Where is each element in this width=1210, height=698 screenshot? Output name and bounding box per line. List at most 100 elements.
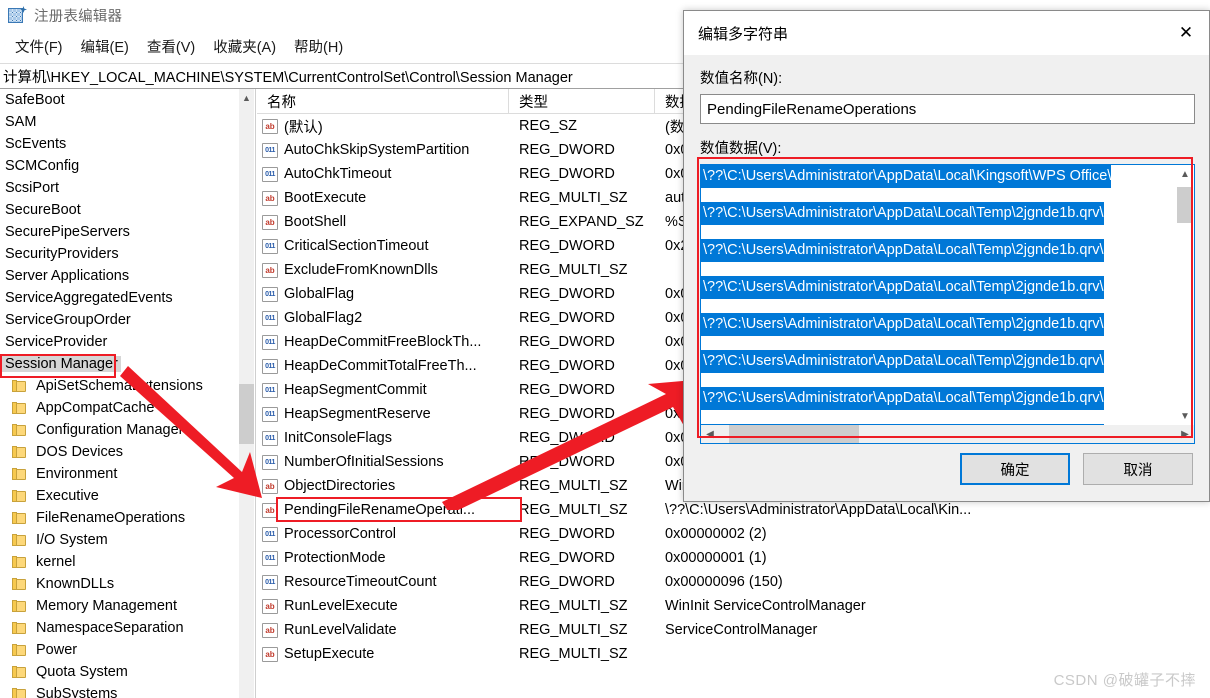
tree-scrollbar-thumb[interactable] — [239, 384, 254, 444]
value-row[interactable]: ab SetupExecute REG_MULTI_SZ — [257, 642, 1210, 666]
tree-item-label: Session Manager — [2, 356, 121, 372]
value-name-label: BootShell — [284, 214, 347, 230]
tree-item-label: AppCompatCache — [36, 400, 155, 416]
tree-item[interactable]: ServiceAggregatedEvents — [0, 287, 240, 309]
value-type-cell: REG_DWORD — [519, 238, 615, 254]
tree-item[interactable]: AppCompatCache — [0, 397, 240, 419]
chevron-up-icon[interactable]: ▲ — [1176, 165, 1194, 183]
menu-help[interactable]: 帮助(H) — [285, 33, 352, 60]
textarea-vertical-scrollbar[interactable]: ▲ ▼ — [1176, 165, 1194, 425]
value-type-cell: REG_MULTI_SZ — [519, 262, 628, 278]
value-name-label: SetupExecute — [284, 646, 375, 662]
ok-button[interactable]: 确定 — [960, 453, 1070, 485]
tree-item[interactable]: I/O System — [0, 529, 240, 551]
value-type-cell: REG_DWORD — [519, 334, 615, 350]
value-name-label: (默认) — [284, 119, 323, 136]
tree-item[interactable]: ScsiPort — [0, 177, 240, 199]
tree-item[interactable]: SubSystems — [0, 683, 240, 698]
tree-vertical-scrollbar[interactable]: ▲ — [239, 89, 254, 698]
value-name-label: ProtectionMode — [284, 550, 386, 566]
tree-item[interactable]: SAM — [0, 111, 240, 133]
cancel-button[interactable]: 取消 — [1083, 453, 1193, 485]
tree-item-label: Memory Management — [36, 598, 178, 614]
tree-item-label: SecureBoot — [5, 202, 81, 218]
column-header-type[interactable]: 类型 — [509, 89, 655, 114]
value-data-cell: 0x00000096 (150) — [665, 574, 783, 590]
value-name-cell: 011 GlobalFlag2 — [257, 310, 509, 326]
menu-edit[interactable]: 编辑(E) — [72, 33, 138, 60]
tree-item[interactable]: SecurityProviders — [0, 243, 240, 265]
tree-item[interactable]: SecurePipeServers — [0, 221, 240, 243]
registry-tree-list[interactable]: SafeBoot SAM ScEvents SCMConfig ScsiPort Secu… — [0, 89, 240, 698]
tree-item[interactable]: ScEvents — [0, 133, 240, 155]
value-name-label: RunLevelExecute — [284, 598, 398, 614]
value-data-line: \??\C:\Users\Administrator\AppData\Local… — [701, 350, 1104, 373]
value-data-line: \??\C:\Users\Administrator\AppData\Local… — [701, 165, 1112, 188]
chevron-up-icon[interactable]: ▲ — [239, 89, 254, 106]
tree-item[interactable]: Quota System — [0, 661, 240, 683]
tree-item-label: ServiceGroupOrder — [5, 312, 131, 328]
tree-item[interactable]: ServiceGroupOrder — [0, 309, 240, 331]
textarea-vscroll-thumb[interactable] — [1177, 187, 1193, 223]
tree-item[interactable]: DOS Devices — [0, 441, 240, 463]
tree-item[interactable]: FileRenameOperations — [0, 507, 240, 529]
value-row[interactable]: ab RunLevelValidate REG_MULTI_SZ ServiceCon… — [257, 618, 1210, 642]
chevron-left-icon[interactable]: ◀ — [701, 425, 719, 443]
textarea-horizontal-scrollbar[interactable]: ◀ ▶ — [701, 425, 1194, 443]
tree-item-label: Executive — [36, 488, 99, 504]
tree-item[interactable]: Environment — [0, 463, 240, 485]
tree-item[interactable]: SafeBoot — [0, 89, 240, 111]
value-data-line-gap — [701, 188, 1177, 202]
value-data-cell: 0x00000001 (1) — [665, 550, 767, 566]
value-data-lines[interactable]: \??\C:\Users\Administrator\AppData\Local… — [701, 165, 1177, 425]
value-row[interactable]: 011 ProcessorControl REG_DWORD 0x00000002 (… — [257, 522, 1210, 546]
tree-item-label: Configuration Manager — [36, 422, 184, 438]
value-data-line: \??\C:\Users\Administrator\AppData\Local… — [701, 202, 1104, 225]
value-name-cell: 011 ResourceTimeoutCount — [257, 574, 509, 590]
tree-item[interactable]: KnownDLLs — [0, 573, 240, 595]
value-name-input[interactable]: PendingFileRenameOperations — [700, 94, 1195, 124]
chevron-down-icon[interactable]: ▼ — [1176, 407, 1194, 425]
value-data-line: \??\C:\Users\Administrator\AppData\Local… — [701, 387, 1104, 410]
chevron-right-icon[interactable]: ▶ — [1176, 425, 1194, 443]
menu-favorites[interactable]: 收藏夹(A) — [204, 33, 285, 60]
folder-icon — [12, 445, 27, 459]
value-type-cell: REG_SZ — [519, 118, 578, 134]
value-row[interactable]: ab RunLevelExecute REG_MULTI_SZ WinInit Ser… — [257, 594, 1210, 618]
tree-item[interactable]: SCMConfig — [0, 155, 240, 177]
close-icon[interactable]: ✕ — [1163, 11, 1209, 55]
value-name-label: ExcludeFromKnownDlls — [284, 262, 438, 278]
value-type-cell: REG_DWORD — [519, 550, 615, 566]
value-data-line-gap — [701, 410, 1177, 424]
value-row[interactable]: 011 ResourceTimeoutCount REG_DWORD 0x000000… — [257, 570, 1210, 594]
value-name-cell: 011 HeapDeCommitTotalFreeTh... — [257, 358, 509, 374]
tree-item[interactable]: ApiSetSchemaExtensions — [0, 375, 240, 397]
tree-item[interactable]: SecureBoot — [0, 199, 240, 221]
dword-value-icon: 011 — [262, 454, 278, 470]
value-data-textarea[interactable]: \??\C:\Users\Administrator\AppData\Local… — [700, 164, 1195, 444]
tree-item[interactable]: ServiceProvider — [0, 331, 240, 353]
tree-item[interactable]: NamespaceSeparation — [0, 617, 240, 639]
value-name-cell: 011 GlobalFlag — [257, 286, 509, 302]
tree-item[interactable]: Executive — [0, 485, 240, 507]
textarea-hscroll-thumb[interactable] — [729, 425, 859, 443]
value-row[interactable]: 011 ProtectionMode REG_DWORD 0x00000001 (1) — [257, 546, 1210, 570]
tree-item[interactable]: Session Manager — [0, 353, 240, 375]
menu-view[interactable]: 查看(V) — [138, 33, 204, 60]
menu-file[interactable]: 文件(F) — [6, 33, 72, 60]
tree-item[interactable]: Configuration Manager — [0, 419, 240, 441]
tree-item[interactable]: kernel — [0, 551, 240, 573]
value-name-cell: ab SetupExecute — [257, 646, 509, 662]
value-name-cell: ab BootExecute — [257, 190, 509, 206]
value-name-label: RunLevelValidate — [284, 622, 397, 638]
tree-item[interactable]: Server Applications — [0, 265, 240, 287]
value-data-line: \??\C:\Users\Administrator\AppData\Local… — [701, 276, 1104, 299]
value-name-label: HeapSegmentReserve — [284, 406, 431, 422]
string-value-icon: ab — [262, 118, 278, 134]
value-name-cell: ab ExcludeFromKnownDlls — [257, 262, 509, 278]
dword-value-icon: 011 — [262, 142, 278, 158]
tree-item[interactable]: Power — [0, 639, 240, 661]
column-header-name[interactable]: 名称 — [257, 89, 509, 114]
tree-item[interactable]: Memory Management — [0, 595, 240, 617]
dword-value-icon: 011 — [262, 286, 278, 302]
